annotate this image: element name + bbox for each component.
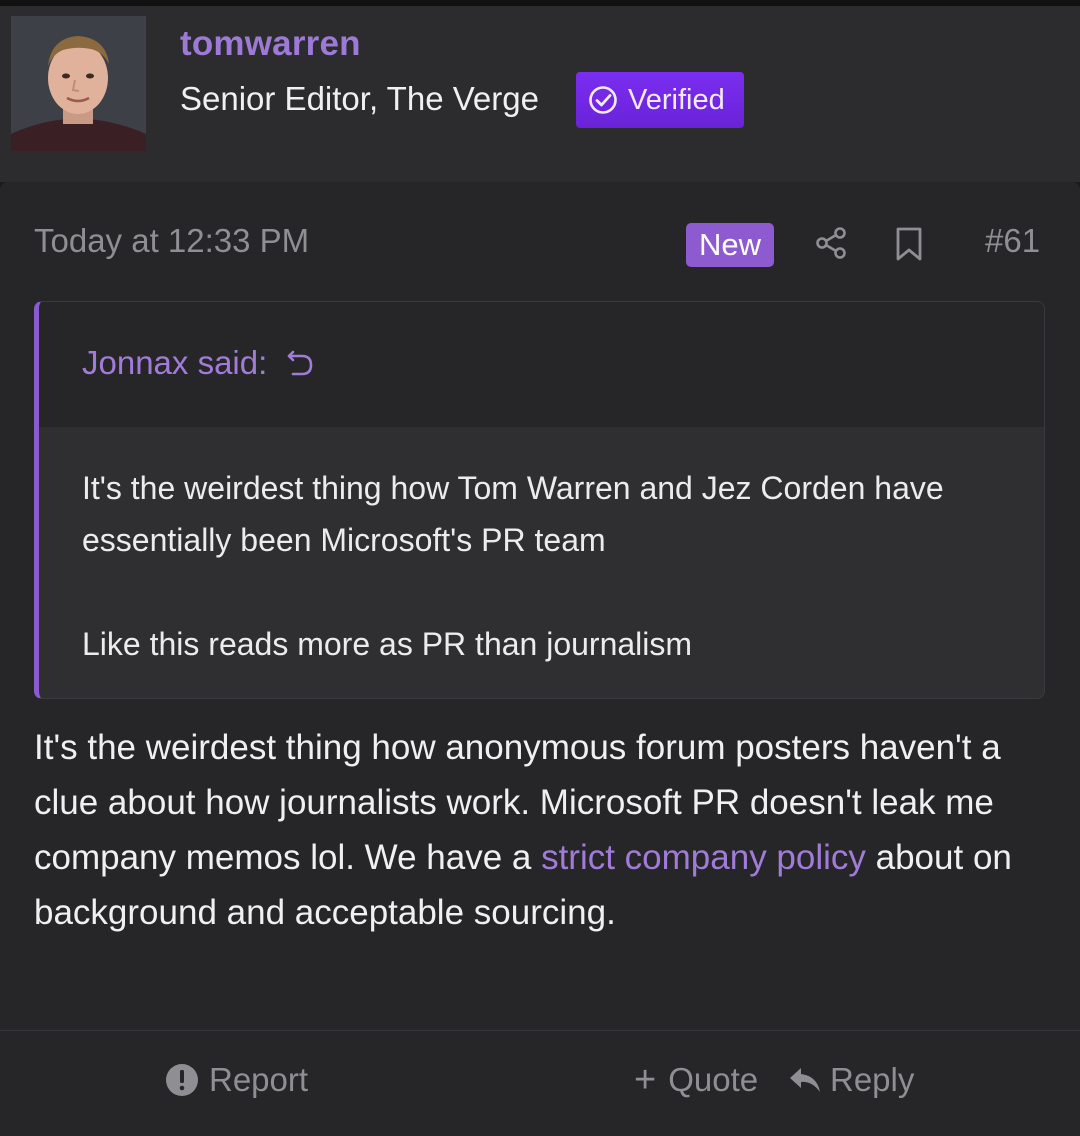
quote-button[interactable]: + Quote	[634, 1061, 758, 1099]
report-label: Report	[209, 1061, 309, 1098]
verified-badge: Verified	[576, 72, 744, 128]
share-icon	[816, 227, 846, 259]
bookmark-icon	[896, 227, 922, 261]
new-badge: New	[686, 223, 774, 267]
quote-label: Quote	[668, 1061, 759, 1098]
exclamation-circle-icon	[166, 1064, 198, 1096]
jump-back-icon[interactable]	[285, 346, 317, 380]
quote-body: It's the weirdest thing how Tom Warren a…	[82, 462, 1012, 670]
author-username[interactable]: tomwarren	[180, 24, 361, 64]
reply-button[interactable]: Reply	[788, 1061, 914, 1099]
share-button[interactable]	[814, 226, 848, 260]
author-title: Senior Editor, The Verge	[180, 80, 539, 117]
bookmark-button[interactable]	[894, 226, 924, 262]
verified-badge-label: Verified	[628, 83, 725, 116]
reply-label: Reply	[830, 1061, 915, 1098]
quote-author-link[interactable]: Jonnax said:	[82, 344, 317, 382]
quote-paragraph: Like this reads more as PR than journali…	[82, 626, 693, 662]
check-circle-icon	[589, 86, 617, 114]
quote-paragraph: It's the weirdest thing how Tom Warren a…	[82, 470, 944, 558]
post-number-link[interactable]: #61	[985, 222, 1040, 260]
quote-author-label: Jonnax said:	[82, 344, 268, 381]
post-actions-bar: Report + Quote Reply	[0, 1030, 1080, 1136]
company-policy-link[interactable]: strict company policy	[541, 838, 866, 877]
post-timestamp[interactable]: Today at 12:33 PM	[34, 222, 309, 260]
plus-icon: +	[634, 1058, 657, 1101]
quote-block: Jonnax said: It's the weirdest thing how…	[34, 301, 1045, 699]
post-message: It's the weirdest thing how anonymous fo…	[34, 720, 1034, 940]
reply-arrow-icon	[790, 1068, 820, 1092]
author-header: tomwarren Senior Editor, The Verge Verif…	[0, 6, 1080, 182]
forum-post: Today at 12:33 PM New #61 Jonnax said: I…	[0, 182, 1080, 1136]
avatar-portrait-icon	[11, 16, 146, 151]
quote-header: Jonnax said:	[39, 302, 1044, 427]
report-button[interactable]: Report	[165, 1061, 308, 1099]
author-avatar[interactable]	[11, 16, 146, 151]
